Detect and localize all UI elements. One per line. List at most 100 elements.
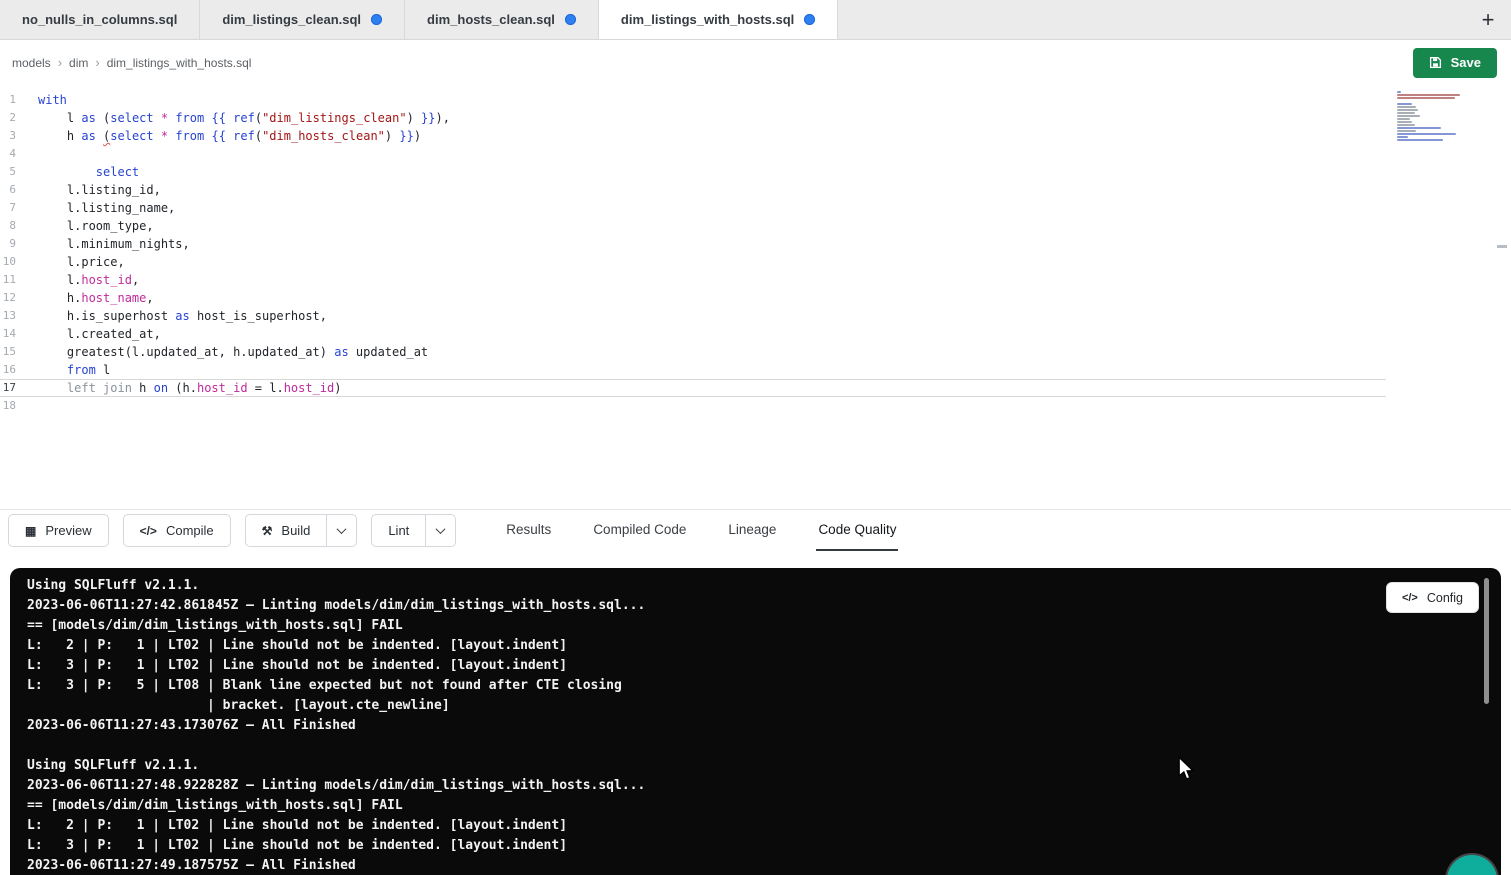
code-line[interactable]: 6 l.listing_id,	[0, 181, 1386, 199]
editor-tabs: no_nulls_in_columns.sqldim_listings_clea…	[0, 0, 838, 39]
save-icon	[1429, 56, 1442, 69]
terminal-line: Using SQLFluff v2.1.1.	[27, 756, 1501, 776]
terminal-panel: Using SQLFluff v2.1.1.2023-06-06T11:27:4…	[10, 568, 1501, 875]
compile-button-label: Compile	[166, 523, 214, 538]
code-line[interactable]: 14 l.created_at,	[0, 325, 1386, 343]
line-number: 18	[0, 397, 30, 415]
code-editor[interactable]: 1with2 l as (select * from {{ ref("dim_l…	[0, 85, 1511, 509]
code-line[interactable]: 13 h.is_superhost as host_is_superhost,	[0, 307, 1386, 325]
panel-tab-code-quality[interactable]: Code Quality	[816, 510, 898, 551]
breadcrumb: models›dim›dim_listings_with_hosts.sql	[12, 55, 251, 70]
line-number: 2	[0, 109, 30, 127]
code-text: h as (select * from {{ ref("dim_hosts_cl…	[30, 127, 421, 145]
action-buttons: ▦ Preview </>Compile ⚒ Build Lint	[8, 510, 456, 551]
terminal-line	[27, 736, 1501, 756]
code-line[interactable]: 1with	[0, 91, 1386, 109]
line-number: 6	[0, 181, 30, 199]
preview-button[interactable]: ▦ Preview	[8, 514, 109, 547]
build-dropdown-button[interactable]	[326, 514, 357, 547]
terminal-line: == [models/dim/dim_listings_with_hosts.s…	[27, 616, 1501, 636]
code-text: l.created_at,	[30, 325, 161, 343]
code-line[interactable]: 15 greatest(l.updated_at, h.updated_at) …	[0, 343, 1386, 361]
action-group-preview: ▦ Preview	[8, 514, 109, 547]
panel-tab-results[interactable]: Results	[504, 510, 553, 551]
code-text: greatest(l.updated_at, h.updated_at) as …	[30, 343, 428, 361]
code-text: l.host_id,	[30, 271, 139, 289]
editor-tab[interactable]: dim_listings_clean.sql	[200, 0, 405, 39]
editor-tab[interactable]: dim_hosts_clean.sql	[405, 0, 599, 39]
ide-window: no_nulls_in_columns.sqldim_listings_clea…	[0, 0, 1511, 875]
code-line[interactable]: 17 left join h on (h.host_id = l.host_id…	[0, 379, 1386, 397]
compile-button[interactable]: </>Compile	[123, 514, 231, 547]
code-text: h.host_name,	[30, 289, 154, 307]
code-text: select	[30, 163, 139, 181]
grid-icon: ▦	[25, 525, 36, 537]
lint-button[interactable]: Lint	[371, 514, 425, 547]
panel-tab-lineage[interactable]: Lineage	[726, 510, 778, 551]
code-text: l.room_type,	[30, 217, 154, 235]
new-tab-button[interactable]: +	[1465, 0, 1511, 39]
line-number: 4	[0, 145, 30, 163]
breadcrumb-item[interactable]: dim_listings_with_hosts.sql	[107, 56, 252, 70]
chevron-down-icon	[436, 524, 446, 534]
code-line[interactable]: 10 l.price,	[0, 253, 1386, 271]
tab-bar: no_nulls_in_columns.sqldim_listings_clea…	[0, 0, 1511, 40]
line-number: 16	[0, 361, 30, 379]
panel-tab-compiled-code[interactable]: Compiled Code	[591, 510, 688, 551]
code-line[interactable]: 4	[0, 145, 1386, 163]
terminal-line: L: 3 | P: 5 | LT08 | Blank line expected…	[27, 676, 1501, 696]
line-number: 5	[0, 163, 30, 181]
code-line[interactable]: 5 select	[0, 163, 1386, 181]
code-line[interactable]: 11 l.host_id,	[0, 271, 1386, 289]
line-number: 9	[0, 235, 30, 253]
build-button[interactable]: ⚒ Build	[245, 514, 327, 547]
save-button[interactable]: Save	[1413, 48, 1497, 78]
minimap[interactable]	[1397, 91, 1471, 145]
code-text: with	[30, 91, 67, 109]
unsaved-indicator-icon	[371, 14, 382, 25]
build-icon: ⚒	[262, 525, 273, 537]
terminal-line: 2023-06-06T11:27:49.187575Z — All Finish…	[27, 856, 1501, 875]
scrollbar-marker-icon	[1497, 245, 1507, 248]
editor-tab[interactable]: dim_listings_with_hosts.sql	[599, 0, 838, 39]
preview-button-label: Preview	[45, 523, 91, 538]
code-line[interactable]: 9 l.minimum_nights,	[0, 235, 1386, 253]
tab-label: dim_hosts_clean.sql	[427, 12, 555, 27]
terminal-line: L: 2 | P: 1 | LT02 | Line should not be …	[27, 816, 1501, 836]
panel-tabs: Results Compiled Code Lineage Code Quality	[504, 510, 898, 551]
code-line[interactable]: 2 l as (select * from {{ ref("dim_listin…	[0, 109, 1386, 127]
terminal-line: Using SQLFluff v2.1.1.	[27, 576, 1501, 596]
code-line[interactable]: 18	[0, 397, 1386, 415]
config-button[interactable]: </> Config	[1386, 582, 1479, 613]
breadcrumb-item[interactable]: models	[12, 56, 51, 70]
line-number: 11	[0, 271, 30, 289]
line-number: 13	[0, 307, 30, 325]
lint-dropdown-button[interactable]	[425, 514, 456, 547]
code-text: l.price,	[30, 253, 125, 271]
terminal-line: 2023-06-06T11:27:48.922828Z — Linting mo…	[27, 776, 1501, 796]
terminal-line: 2023-06-06T11:27:42.861845Z — Linting mo…	[27, 596, 1501, 616]
code-text: left join h on (h.host_id = l.host_id)	[30, 380, 342, 396]
lint-button-label: Lint	[388, 523, 409, 538]
config-button-label: Config	[1427, 591, 1463, 605]
line-number: 10	[0, 253, 30, 271]
breadcrumb-item[interactable]: dim	[69, 56, 88, 70]
terminal-scrollbar[interactable]	[1484, 578, 1489, 704]
code-line[interactable]: 16 from l	[0, 361, 1386, 379]
bottom-toolbar: ▦ Preview </>Compile ⚒ Build Lint Results Comp…	[0, 509, 1511, 551]
breadcrumb-separator-icon: ›	[58, 55, 62, 70]
line-number: 7	[0, 199, 30, 217]
code-line[interactable]: 3 h as (select * from {{ ref("dim_hosts_…	[0, 127, 1386, 145]
code-line[interactable]: 12 h.host_name,	[0, 289, 1386, 307]
action-group-build: ⚒ Build	[245, 514, 358, 547]
editor-tab[interactable]: no_nulls_in_columns.sql	[0, 0, 200, 39]
line-number: 1	[0, 91, 30, 109]
terminal-line: L: 3 | P: 1 | LT02 | Line should not be …	[27, 836, 1501, 856]
code-text: from l	[30, 361, 110, 379]
line-number: 12	[0, 289, 30, 307]
code-line[interactable]: 8 l.room_type,	[0, 217, 1386, 235]
code-text: l as (select * from {{ ref("dim_listings…	[30, 109, 450, 127]
terminal-output: Using SQLFluff v2.1.1.2023-06-06T11:27:4…	[27, 576, 1501, 875]
build-button-label: Build	[281, 523, 310, 538]
code-line[interactable]: 7 l.listing_name,	[0, 199, 1386, 217]
